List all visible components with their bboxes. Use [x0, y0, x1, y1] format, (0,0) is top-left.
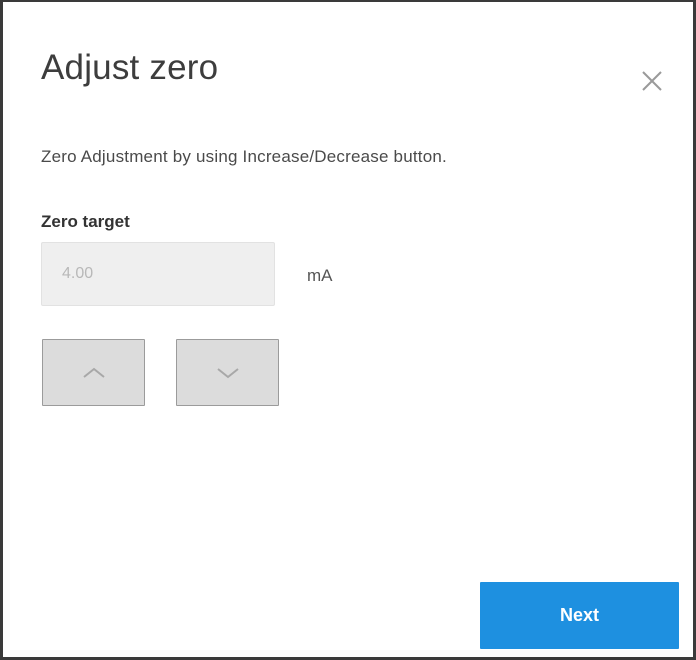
zero-target-input[interactable] [41, 242, 275, 306]
unit-label: mA [307, 266, 333, 285]
dialog-title: Adjust zero [41, 48, 219, 87]
adjust-zero-dialog: Adjust zero Zero Adjustment by using Inc… [15, 14, 687, 656]
decrease-button[interactable] [176, 339, 279, 406]
chevron-down-icon [216, 367, 239, 378]
close-icon [642, 71, 662, 91]
dialog-description: Zero Adjustment by using Increase/Decrea… [41, 147, 447, 166]
close-button[interactable] [637, 66, 667, 96]
window-frame: Adjust zero Zero Adjustment by using Inc… [0, 0, 696, 660]
increase-button[interactable] [42, 339, 145, 406]
chevron-up-icon [82, 367, 105, 378]
next-button[interactable]: Next [480, 582, 679, 649]
zero-target-label: Zero target [41, 212, 130, 231]
